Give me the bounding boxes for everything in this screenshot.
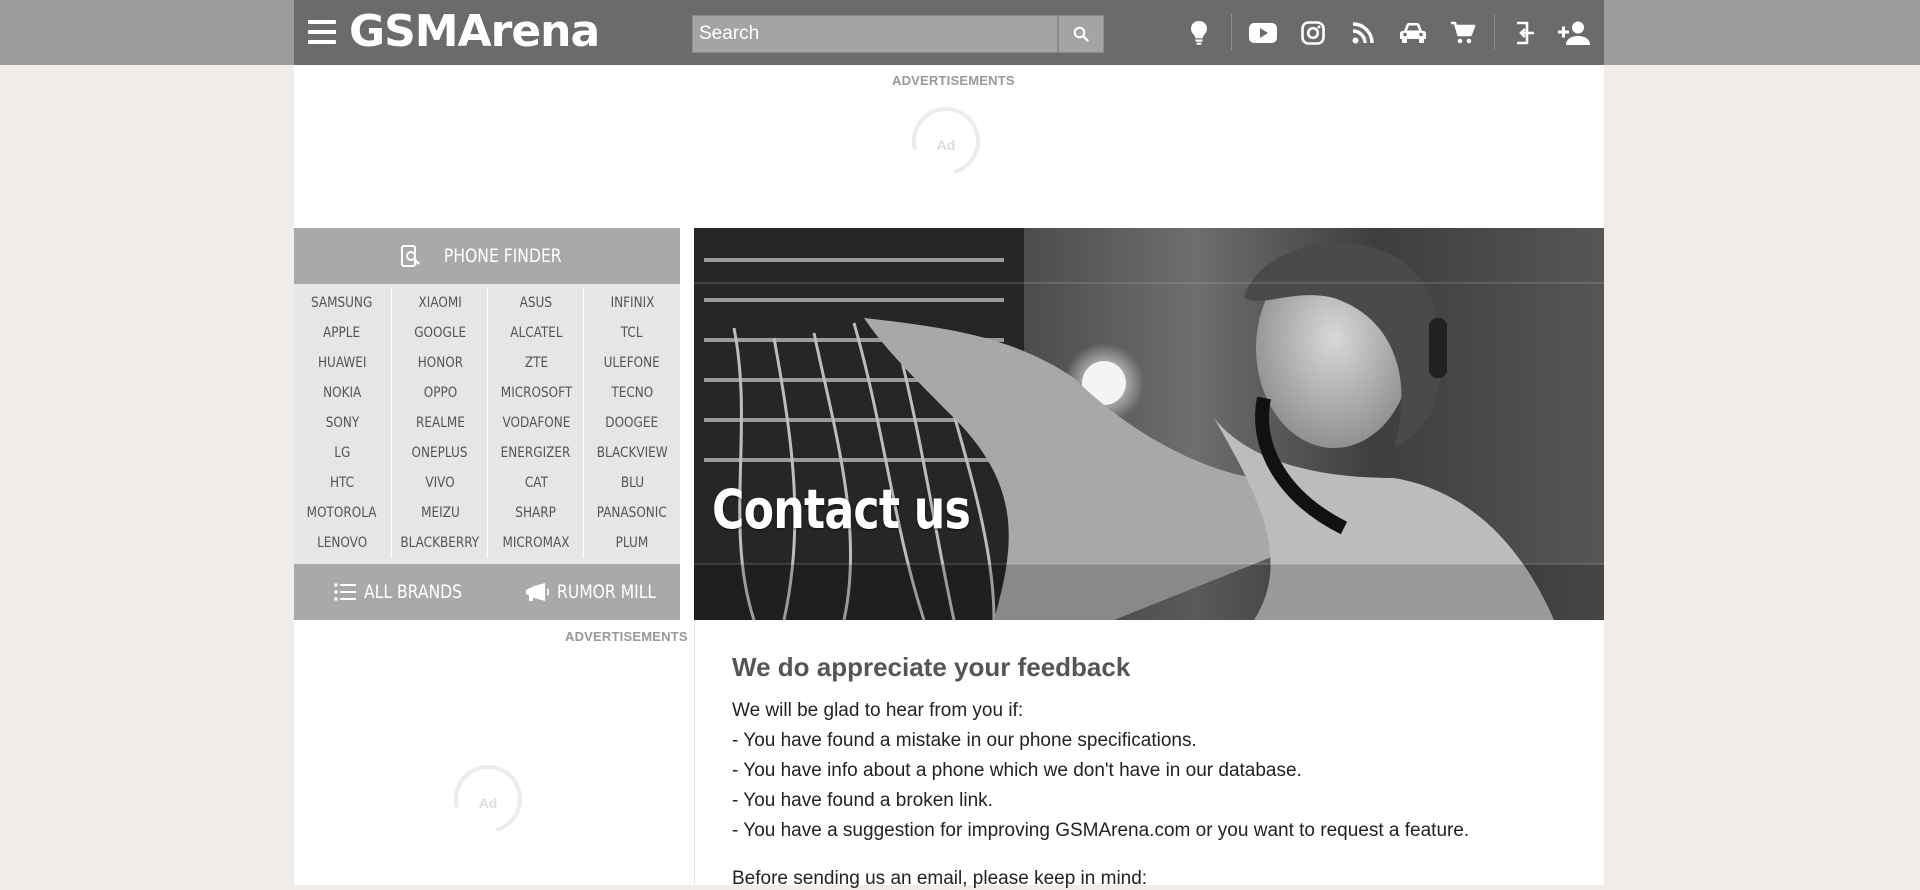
article-text: Before sending us an email, please keep …	[732, 868, 1148, 889]
site-logo[interactable]: GSMArena	[349, 6, 600, 58]
ad-label: ADVERTISEMENTS	[565, 629, 688, 644]
brand-link[interactable]: HTC	[294, 468, 390, 498]
brand-link[interactable]: SONY	[294, 408, 390, 438]
ad-placeholder-text: Ad	[936, 137, 956, 153]
brand-list: SAMSUNG APPLE HUAWEI NOKIA SONY LG HTC M…	[294, 288, 680, 558]
main-container: ADVERTISEMENTS Ad PHONE FINDER SAMSUNG A…	[294, 65, 1605, 889]
brand-link[interactable]: PANASONIC	[584, 498, 680, 528]
list-icon	[334, 583, 356, 601]
brand-menu: PHONE FINDER SAMSUNG APPLE HUAWEI NOKIA …	[294, 228, 680, 620]
brand-column: ASUS ALCATEL ZTE MICROSOFT VODAFONE ENER…	[487, 288, 584, 558]
brand-column: XIAOMI GOOGLE HONOR OPPO REALME ONEPLUS …	[391, 288, 488, 558]
brand-link[interactable]: MICROMAX	[488, 528, 584, 558]
brand-link[interactable]: VIVO	[392, 468, 488, 498]
brand-link[interactable]: ZTE	[488, 348, 584, 378]
instagram-link[interactable]	[1296, 16, 1330, 50]
car-icon	[1400, 23, 1426, 43]
lightbulb-icon	[1191, 21, 1207, 45]
rss-icon	[1352, 22, 1374, 44]
rumor-mill-label: RUMOR MILL	[557, 581, 657, 603]
shop-link[interactable]	[1446, 16, 1480, 50]
phone-finder-icon	[401, 245, 421, 267]
brand-link[interactable]: MOTOROLA	[294, 498, 390, 528]
cars-link[interactable]	[1396, 16, 1430, 50]
article-list-item: - You have found a mistake in our phone …	[732, 730, 1197, 751]
megaphone-icon	[526, 583, 549, 601]
brand-column: SAMSUNG APPLE HUAWEI NOKIA SONY LG HTC M…	[294, 288, 390, 558]
brand-link[interactable]: BLACKVIEW	[584, 438, 680, 468]
brand-link[interactable]: LENOVO	[294, 528, 390, 558]
search-form	[692, 15, 1104, 53]
brand-link[interactable]: ASUS	[488, 288, 584, 318]
header-divider	[1494, 14, 1495, 50]
brand-link[interactable]: DOOGEE	[584, 408, 680, 438]
phone-finder-button[interactable]: PHONE FINDER	[294, 228, 680, 284]
brand-link[interactable]: INFINIX	[584, 288, 680, 318]
brand-link[interactable]: MEIZU	[392, 498, 488, 528]
brand-link[interactable]: VODAFONE	[488, 408, 584, 438]
brand-link[interactable]: HUAWEI	[294, 348, 390, 378]
article-list-item: - You have found a broken link.	[732, 790, 993, 811]
hero-image	[694, 228, 1604, 620]
brand-link[interactable]: TCL	[584, 318, 680, 348]
login-icon	[1517, 21, 1534, 45]
article-text: We will be glad to hear from you if:	[732, 700, 1024, 721]
contact-hero: Contact us	[694, 228, 1604, 620]
brand-link[interactable]: SAMSUNG	[294, 288, 390, 318]
login-button[interactable]	[1508, 16, 1542, 50]
phone-finder-label: PHONE FINDER	[444, 245, 562, 267]
signup-button[interactable]	[1554, 16, 1594, 50]
brand-link[interactable]: ALCATEL	[488, 318, 584, 348]
brand-link[interactable]: GOOGLE	[392, 318, 488, 348]
brand-link[interactable]: LG	[294, 438, 390, 468]
instagram-icon	[1301, 21, 1325, 45]
brand-link[interactable]: CAT	[488, 468, 584, 498]
cart-icon	[1451, 21, 1476, 44]
page-title: Contact us	[712, 478, 971, 541]
youtube-link[interactable]	[1246, 16, 1280, 50]
brand-link[interactable]: PLUM	[584, 528, 680, 558]
search-icon	[1073, 26, 1089, 42]
ad-label: ADVERTISEMENTS	[892, 73, 1015, 88]
brand-link[interactable]: TECNO	[584, 378, 680, 408]
article-list-item: - You have info about a phone which we d…	[732, 760, 1302, 781]
brand-link[interactable]: BLACKBERRY	[392, 528, 488, 558]
menu-icon[interactable]	[308, 20, 336, 44]
brand-link[interactable]: HONOR	[392, 348, 488, 378]
all-brands-button[interactable]: ALL BRANDS	[334, 564, 484, 620]
brand-column: INFINIX TCL ULEFONE TECNO DOOGEE BLACKVI…	[583, 288, 680, 558]
brand-link[interactable]: SHARP	[488, 498, 584, 528]
tip-us-button[interactable]	[1182, 16, 1216, 50]
ad-placeholder-text: Ad	[478, 795, 498, 811]
search-button[interactable]	[1058, 15, 1104, 53]
brand-link[interactable]: NOKIA	[294, 378, 390, 408]
brand-link[interactable]: MICROSOFT	[488, 378, 584, 408]
brand-link[interactable]: BLU	[584, 468, 680, 498]
brand-link[interactable]: ULEFONE	[584, 348, 680, 378]
brand-link[interactable]: ONEPLUS	[392, 438, 488, 468]
brand-link[interactable]: REALME	[392, 408, 488, 438]
youtube-icon	[1249, 23, 1277, 43]
contact-article: We do appreciate your feedback We will b…	[694, 620, 1605, 889]
site-header: GSMArena	[294, 0, 1604, 65]
rumor-mill-button[interactable]: RUMOR MILL	[525, 564, 678, 620]
brand-link[interactable]: XIAOMI	[392, 288, 488, 318]
brand-menu-footer: ALL BRANDS RUMOR MILL	[294, 564, 680, 620]
all-brands-label: ALL BRANDS	[364, 581, 463, 603]
article-list-item: - You have a suggestion for improving GS…	[732, 820, 1470, 841]
signup-icon	[1558, 21, 1590, 45]
brand-link[interactable]: APPLE	[294, 318, 390, 348]
rss-link[interactable]	[1346, 16, 1380, 50]
brand-link[interactable]: OPPO	[392, 378, 488, 408]
brand-link[interactable]: ENERGIZER	[488, 438, 584, 468]
search-input[interactable]	[692, 15, 1058, 53]
article-heading: We do appreciate your feedback	[732, 652, 1131, 682]
header-divider	[1231, 14, 1232, 50]
